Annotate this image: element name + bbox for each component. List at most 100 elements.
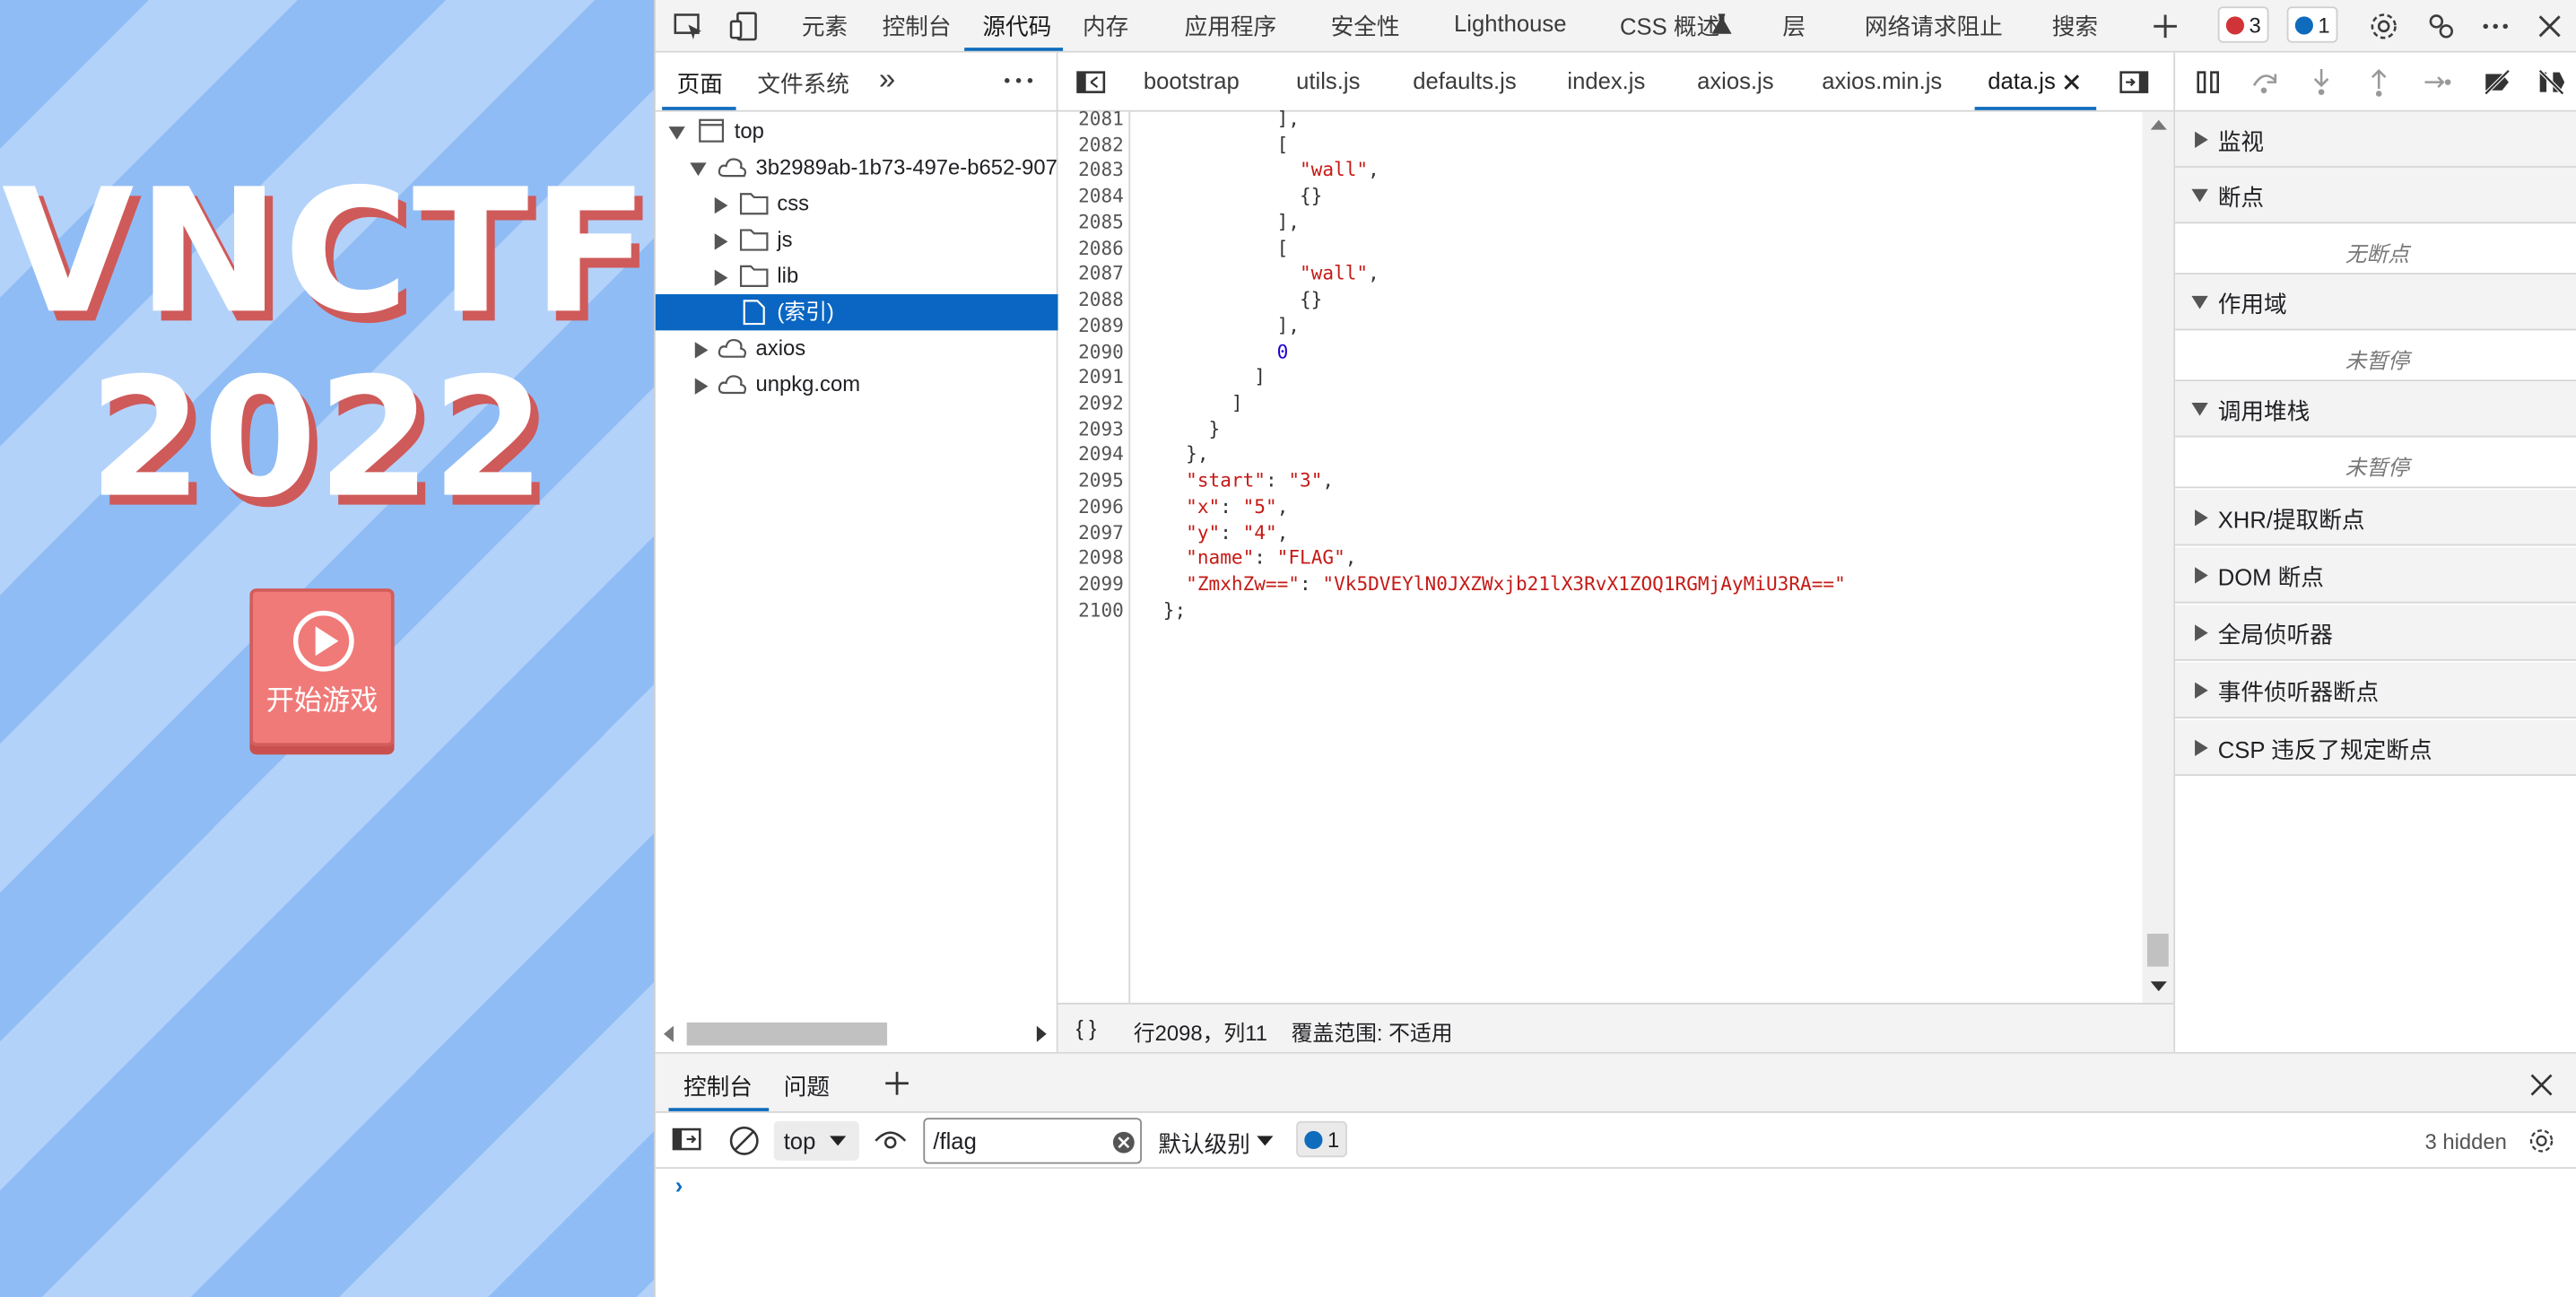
line-number[interactable]: 2095 — [1078, 469, 1124, 492]
line-number[interactable]: 2085 — [1078, 210, 1124, 233]
tab-application[interactable]: 应用程序 — [1185, 10, 1277, 43]
close-drawer-icon[interactable] — [2530, 1074, 2554, 1097]
toggle-debugger-icon[interactable] — [2119, 71, 2149, 94]
clear-console-icon[interactable] — [727, 1125, 761, 1158]
live-expression-eye-icon[interactable] — [874, 1129, 907, 1153]
pause-icon[interactable] — [2195, 69, 2221, 95]
add-drawer-tab-icon[interactable] — [883, 1070, 909, 1096]
scrollbar-thumb[interactable] — [686, 1022, 888, 1046]
settings-gear-icon[interactable] — [2367, 10, 2400, 43]
navigator-menu-icon[interactable] — [1004, 75, 1033, 85]
section-xhr-breakpoints[interactable]: XHR/提取断点 — [2175, 490, 2576, 546]
tab-network-request-blocking[interactable]: 网络请求阻止 — [1865, 10, 2003, 43]
console-filter-input[interactable]: /flag — [923, 1118, 1142, 1164]
line-number[interactable]: 2091 — [1078, 365, 1124, 388]
customize-icon[interactable] — [2424, 10, 2458, 43]
line-number[interactable]: 2088 — [1078, 288, 1124, 311]
scroll-left-icon[interactable] — [663, 1025, 674, 1042]
line-number[interactable]: 2098 — [1078, 546, 1124, 570]
device-emulation-icon[interactable] — [727, 10, 761, 43]
line-number[interactable]: 2100 — [1078, 598, 1124, 622]
section-dom-breakpoints[interactable]: DOM 断点 — [2175, 547, 2576, 604]
tab-elements[interactable]: 元素 — [802, 10, 848, 43]
tab-css-overview[interactable]: CSS 概述 — [1620, 10, 1719, 43]
context-selector[interactable]: top — [773, 1120, 859, 1161]
line-number[interactable]: 2090 — [1078, 340, 1124, 363]
line-number[interactable]: 2099 — [1078, 572, 1124, 596]
scroll-down-icon[interactable] — [2150, 981, 2167, 992]
section-breakpoints[interactable]: 断点 — [2175, 167, 2576, 224]
section-watch[interactable]: 监视 — [2175, 111, 2576, 168]
section-global-listeners[interactable]: 全局侦听器 — [2175, 605, 2576, 661]
tab-bootstrap[interactable]: bootstrap — [1144, 67, 1240, 93]
line-number[interactable]: 2089 — [1078, 314, 1124, 337]
tab-index-js[interactable]: index.js — [1567, 67, 1645, 93]
line-number[interactable]: 2096 — [1078, 495, 1124, 518]
console-issues-badge[interactable]: 1 — [1296, 1120, 1348, 1158]
clear-filter-icon[interactable] — [1112, 1131, 1136, 1154]
tab-axios-min-js[interactable]: axios.min.js — [1822, 67, 1942, 93]
deactivate-breakpoints-icon[interactable] — [2483, 67, 2512, 97]
step-out-icon[interactable] — [2367, 67, 2390, 97]
scrollbar-thumb[interactable] — [2146, 933, 2169, 967]
section-csp-breakpoints[interactable]: CSP 违反了规定断点 — [2175, 719, 2576, 777]
line-number[interactable]: 2083 — [1078, 159, 1124, 182]
console-settings-gear-icon[interactable] — [2527, 1126, 2556, 1155]
pretty-print-button[interactable]: { } — [1076, 1016, 1097, 1040]
tab-search[interactable]: 搜索 — [2052, 10, 2098, 43]
navigator-horizontal-scrollbar[interactable] — [656, 1017, 1058, 1050]
section-call-stack[interactable]: 调用堆栈 — [2175, 381, 2576, 438]
message-count-badge[interactable]: 1 — [2286, 6, 2338, 43]
step-into-icon[interactable] — [2310, 67, 2333, 97]
tree-node-unpkg[interactable]: unpkg.com — [656, 367, 1058, 403]
tab-utils-js[interactable]: utils.js — [1296, 67, 1360, 93]
line-number[interactable]: 2093 — [1078, 417, 1124, 440]
line-number[interactable]: 2081 — [1078, 107, 1124, 130]
close-tab-icon[interactable] — [2064, 74, 2080, 91]
tab-console[interactable]: 控制台 — [883, 10, 952, 43]
tree-node-js-folder[interactable]: js — [656, 222, 1058, 257]
line-number[interactable]: 2086 — [1078, 236, 1124, 259]
scroll-up-icon[interactable] — [2150, 119, 2167, 130]
console-sidebar-icon[interactable] — [672, 1127, 701, 1151]
tab-defaults-js[interactable]: defaults.js — [1413, 67, 1516, 93]
more-options-icon[interactable] — [2479, 10, 2512, 43]
error-count-badge[interactable]: 3 — [2217, 6, 2269, 43]
start-game-button[interactable]: 开始游戏 — [249, 588, 395, 747]
scroll-right-icon[interactable] — [1036, 1025, 1047, 1042]
add-tab-icon[interactable] — [2149, 10, 2182, 43]
line-number[interactable]: 2082 — [1078, 133, 1124, 156]
tab-lighthouse[interactable]: Lighthouse — [1454, 10, 1566, 36]
line-number[interactable]: 2092 — [1078, 391, 1124, 414]
tab-filesystem[interactable]: 文件系统 — [757, 67, 849, 100]
tab-data-js[interactable]: data.js — [1988, 67, 2056, 93]
line-number[interactable]: 2087 — [1078, 262, 1124, 285]
close-devtools-icon[interactable] — [2533, 10, 2566, 43]
editor-vertical-scrollbar[interactable] — [2142, 111, 2174, 1003]
section-scope[interactable]: 作用域 — [2175, 274, 2576, 331]
tree-node-axios[interactable]: axios — [656, 330, 1058, 366]
tree-node-index-file[interactable]: (索引) — [655, 294, 1058, 331]
inspect-element-icon[interactable] — [672, 10, 705, 43]
section-event-listener-breakpoints[interactable]: 事件侦听器断点 — [2175, 662, 2576, 718]
tab-memory[interactable]: 内存 — [1083, 10, 1128, 43]
tab-layers[interactable]: 层 — [1782, 10, 1806, 43]
console-prompt-icon[interactable]: › — [675, 1172, 683, 1198]
tab-page[interactable]: 页面 — [677, 67, 723, 100]
tab-issues[interactable]: 问题 — [784, 1070, 830, 1103]
toggle-navigator-icon[interactable] — [1076, 71, 1106, 94]
line-number[interactable]: 2094 — [1078, 443, 1124, 466]
tab-security[interactable]: 安全性 — [1331, 10, 1400, 43]
tree-node-css-folder[interactable]: css — [656, 186, 1058, 222]
step-icon[interactable] — [2424, 69, 2453, 95]
step-over-icon[interactable] — [2250, 69, 2280, 95]
tree-node-lib-folder[interactable]: lib — [656, 258, 1058, 294]
tree-node-top[interactable]: top — [656, 113, 1058, 149]
tab-axios-js[interactable]: axios.js — [1697, 67, 1774, 93]
pause-on-exceptions-icon[interactable] — [2537, 67, 2566, 97]
tab-console-drawer[interactable]: 控制台 — [683, 1070, 753, 1103]
line-number[interactable]: 2097 — [1078, 520, 1124, 544]
tree-node-origin[interactable]: 3b2989ab-1b73-497e-b652-907 — [656, 150, 1058, 186]
tab-sources[interactable]: 源代码 — [982, 10, 1051, 43]
log-level-select[interactable]: 默认级别 — [1158, 1127, 1250, 1161]
